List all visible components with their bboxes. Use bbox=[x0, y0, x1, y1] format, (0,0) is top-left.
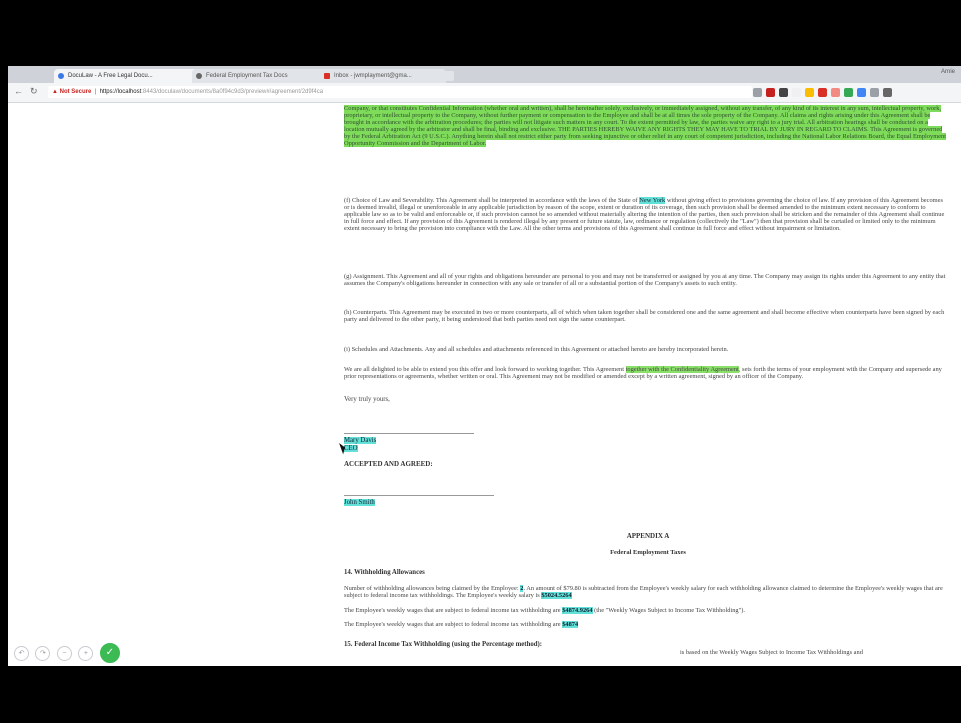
browser-window: DocuLaw - A Free Legal Docu... ✕ Federal… bbox=[8, 66, 961, 666]
check-icon[interactable]: ✓ bbox=[99, 643, 120, 663]
tab-label: DocuLaw - A Free Legal Docu... bbox=[68, 73, 153, 79]
zoom-out-icon[interactable]: − bbox=[56, 645, 72, 661]
address-toolbar: ← ↻ ▲ Not Secure | https://localhost:844… bbox=[8, 83, 961, 103]
paragraph-text: (f) Choice of Law and Severability. This… bbox=[344, 197, 640, 204]
tab-doculaw[interactable]: DocuLaw - A Free Legal Docu... ✕ bbox=[54, 69, 203, 83]
paragraph-text: The Employee's weekly wages that are sub… bbox=[344, 621, 563, 628]
choice-of-law-paragraph: (f) Choice of Law and Severability. This… bbox=[344, 197, 949, 267]
weekly-wages-paragraph-2: The Employee's weekly wages that are sub… bbox=[344, 621, 949, 629]
extension-icon[interactable] bbox=[805, 88, 814, 97]
tab-inbox[interactable]: Inbox - jwmplayment@gma... ✕ bbox=[320, 69, 446, 83]
tab-strip: DocuLaw - A Free Legal Docu... ✕ Federal… bbox=[8, 66, 961, 83]
url-path: :8443/doculaw/documents/8a0f94c9d3/previ… bbox=[141, 89, 324, 95]
extension-icon[interactable] bbox=[753, 88, 762, 97]
letterbox-bottom bbox=[0, 666, 961, 723]
paragraph-text: Number of withholding allowances being c… bbox=[344, 585, 521, 592]
signature-line bbox=[344, 433, 474, 434]
address-bar[interactable]: ▲ Not Secure | https://localhost:8443/do… bbox=[48, 86, 752, 98]
confidentiality-highlight: together with the Confidentiality Agreem… bbox=[625, 366, 739, 373]
warning-icon: ▲ bbox=[52, 89, 58, 95]
accepted-heading: ACCEPTED AND AGREED: bbox=[344, 460, 433, 468]
tab-federal-tax[interactable]: Federal Employment Tax Docs ✕ bbox=[192, 69, 331, 83]
weekly-salary-value: $5024.5264 bbox=[541, 592, 572, 599]
window-user-label: Arnie bbox=[940, 69, 955, 75]
extension-icon[interactable] bbox=[870, 88, 879, 97]
appendix-title: APPENDIX A bbox=[626, 532, 670, 540]
section-15-title: 15. Federal Income Tax Withholding (usin… bbox=[344, 641, 543, 648]
assignment-paragraph: (g) Assignment. This Agreement and all o… bbox=[344, 273, 949, 302]
extension-icon[interactable] bbox=[844, 88, 853, 97]
paragraph-text: (g) Assignment. This Agreement and all o… bbox=[344, 273, 946, 287]
appendix-subtitle: Federal Employment Taxes bbox=[610, 549, 686, 556]
extension-icons bbox=[753, 88, 896, 98]
closing-salutation: Very truly yours, bbox=[344, 396, 390, 403]
extension-icon[interactable] bbox=[857, 88, 866, 97]
extension-icon[interactable] bbox=[792, 88, 801, 97]
section-14-title: 14. Withholding Allowances bbox=[344, 569, 425, 576]
new-tab-button[interactable] bbox=[436, 71, 454, 81]
section-15-text: is based on the Weekly Wages Subject to … bbox=[680, 649, 863, 656]
redo-icon[interactable]: ↷ bbox=[35, 645, 51, 661]
withholding-paragraph: Number of withholding allowances being c… bbox=[344, 585, 949, 601]
not-secure-label: Not Secure bbox=[59, 89, 92, 95]
page-content: Company, or that constitutes Confidentia… bbox=[8, 103, 961, 666]
extension-icon[interactable] bbox=[831, 88, 840, 97]
annotation-toolbar: ↶ ↷ − + ✓ bbox=[14, 643, 122, 663]
counterparts-paragraph: (h) Counterparts. This Agreement may be … bbox=[344, 309, 949, 338]
extension-icon[interactable] bbox=[779, 88, 788, 97]
weekly-wages-value-2: $4874 bbox=[562, 621, 579, 628]
reload-icon[interactable]: ↻ bbox=[30, 86, 38, 97]
zoom-in-icon[interactable]: + bbox=[78, 645, 94, 661]
url-host: https://localhost bbox=[99, 89, 142, 95]
tab-label: Federal Employment Tax Docs bbox=[206, 73, 288, 79]
letterbox-top bbox=[0, 0, 961, 66]
weekly-wages-value: $4874.9264 bbox=[562, 607, 593, 614]
schedules-paragraph: (i) Schedules and Attachments. Any and a… bbox=[344, 346, 949, 354]
paragraph-text: (the "Weekly Wages Subject to Income Tax… bbox=[592, 607, 745, 614]
paragraph-text: We are all delighted to be able to exten… bbox=[344, 366, 626, 373]
extension-icon[interactable] bbox=[883, 88, 892, 97]
highlight-green: Company, or that constitutes Confidentia… bbox=[344, 105, 946, 147]
state-highlight: New York bbox=[639, 197, 666, 204]
document-preview: Company, or that constitutes Confidentia… bbox=[338, 103, 958, 666]
tab-favicon-icon bbox=[324, 73, 330, 79]
signature-line bbox=[344, 495, 494, 496]
arbitration-paragraph: Company, or that constitutes Confidentia… bbox=[344, 105, 949, 183]
weekly-wages-paragraph: The Employee's weekly wages that are sub… bbox=[344, 607, 949, 615]
tab-label: Inbox - jwmplayment@gma... bbox=[334, 73, 412, 79]
back-arrow-icon[interactable]: ← bbox=[14, 86, 23, 96]
employee-name: John Smith bbox=[344, 499, 375, 506]
tab-favicon-icon bbox=[196, 73, 202, 79]
paragraph-text: (h) Counterparts. This Agreement may be … bbox=[344, 309, 945, 323]
paragraph-text: (i) Schedules and Attachments. Any and a… bbox=[344, 346, 729, 353]
extension-icon[interactable] bbox=[766, 88, 775, 97]
paragraph-text: The Employee's weekly wages that are sub… bbox=[344, 607, 563, 614]
extension-icon[interactable] bbox=[818, 88, 827, 97]
signer-name: Mary Davis bbox=[344, 437, 377, 444]
tab-favicon-icon bbox=[58, 73, 64, 79]
undo-icon[interactable]: ↶ bbox=[14, 645, 29, 661]
closing-paragraph: We are all delighted to be able to exten… bbox=[344, 366, 949, 388]
